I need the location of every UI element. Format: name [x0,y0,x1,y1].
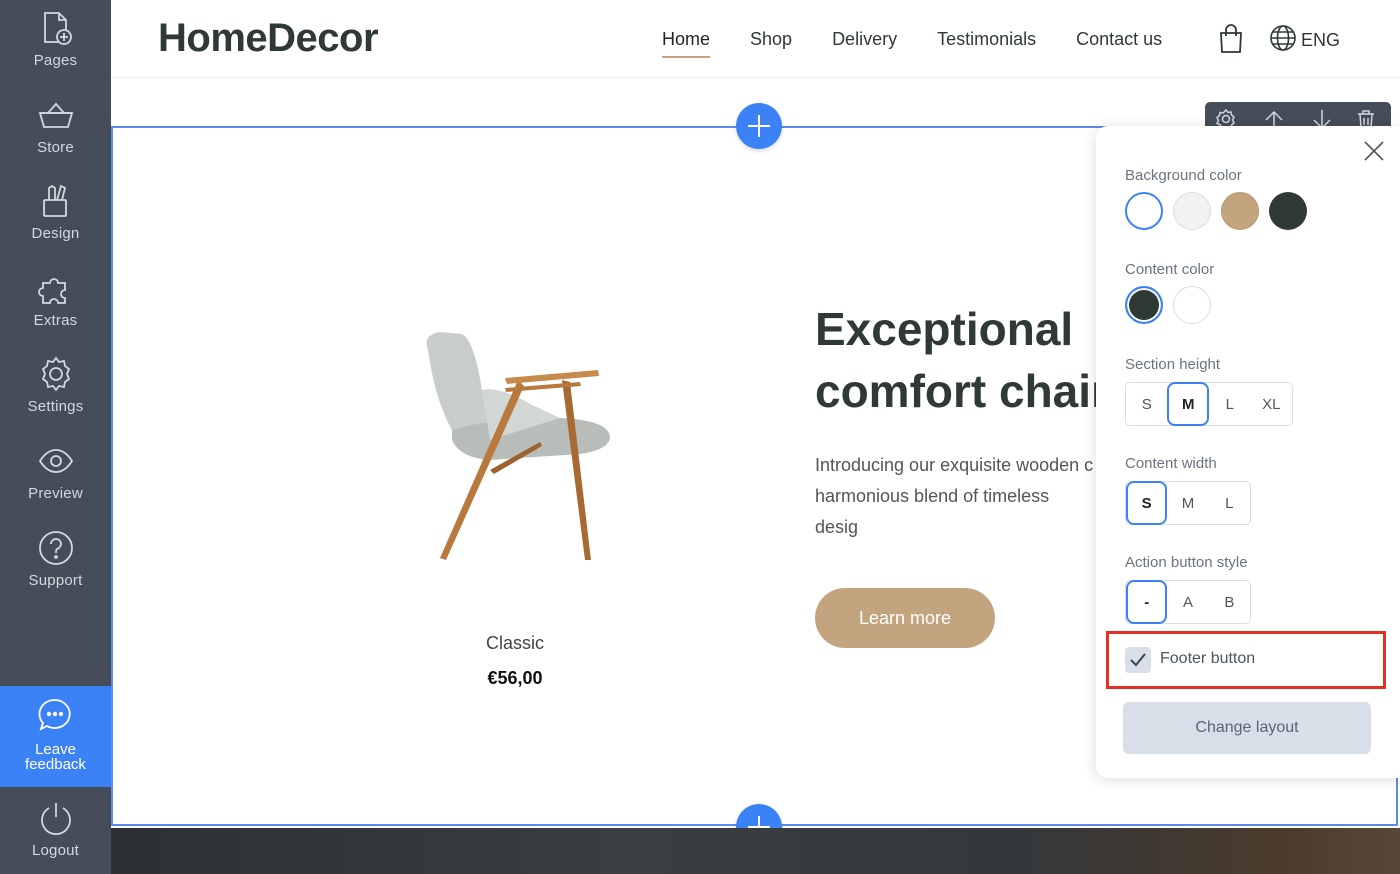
action-option-a[interactable]: A [1167,580,1208,624]
section-height-selector: S M L XL [1125,382,1293,426]
sidebar-item-label: Design [31,225,80,242]
close-icon[interactable] [1363,140,1385,162]
language-label: ENG [1301,30,1341,50]
sidebar-item-logout[interactable]: Logout [0,790,111,874]
product-price: €56,00 [487,668,543,688]
sidebar-item-label: Store [37,139,74,156]
nav-testimonials[interactable]: Testimonials [937,29,1036,58]
nav-shop[interactable]: Shop [750,29,792,58]
sidebar-item-label: Support [28,572,83,589]
action-option-b[interactable]: B [1209,580,1250,624]
nav-delivery[interactable]: Delivery [832,29,897,58]
language-selector[interactable]: ENG [1269,24,1340,57]
change-layout-button[interactable]: Change layout [1123,702,1371,754]
pages-add-icon [36,8,76,48]
puzzle-icon [36,268,76,308]
nav-home[interactable]: Home [662,29,711,58]
content-swatch-white[interactable] [1173,286,1211,324]
sidebar-item-pages[interactable]: Pages [0,0,111,86]
action-option-none[interactable]: - [1126,580,1168,624]
content-width-label: Content width [1125,455,1217,472]
question-icon [36,528,76,568]
section-settings-panel: Background color Content color Section h… [1096,126,1400,778]
sidebar-item-label: Settings [27,398,84,415]
section-height-label: Section height [1125,356,1221,373]
product-image-chair [410,320,630,570]
background-color-label: Background color [1125,167,1242,184]
content-width-selector: S M L [1125,481,1251,525]
bg-swatch-light-gray[interactable] [1173,192,1211,230]
basket-icon [36,95,76,135]
learn-more-button[interactable]: Learn more [815,588,995,648]
next-section-preview [111,828,1400,874]
height-option-xl[interactable]: XL [1251,382,1292,426]
sidebar-item-label: Extras [33,312,78,329]
sidebar-item-store[interactable]: Store [0,87,111,173]
bg-swatch-white[interactable] [1125,192,1163,230]
footer-button-checkbox[interactable] [1125,647,1151,673]
content-color-label: Content color [1125,261,1215,278]
sidebar-item-label: Preview [28,485,83,502]
site-logo[interactable]: HomeDecor [158,16,379,61]
section-heading[interactable]: Exceptional comfort chair [815,298,1105,422]
sidebar-item-label: Pages [33,52,78,69]
site-header: HomeDecor Home Shop Delivery Testimonial… [111,0,1400,78]
product-name: Classic [485,633,544,653]
action-button-style-selector: - A B [1125,580,1251,624]
sidebar-item-preview[interactable]: Preview [0,433,111,519]
leave-feedback-button[interactable]: Leave feedback [0,686,111,787]
bg-swatch-dark-green[interactable] [1269,192,1307,230]
add-section-above-button[interactable] [736,103,782,149]
gear-icon [36,354,76,394]
sidebar-item-support[interactable]: Support [0,520,111,606]
section-description[interactable]: Introducing our exquisite wooden c harmo… [815,450,1096,546]
width-option-m[interactable]: M [1167,481,1208,525]
height-option-l[interactable]: L [1209,382,1250,426]
shopping-bag-icon[interactable] [1218,24,1244,54]
heading-line-1: Exceptional [815,303,1074,355]
feedback-label: Leave feedback [25,741,86,773]
main-nav: Home Shop Delivery Testimonials Contact … [662,29,1202,58]
power-icon [36,798,76,838]
content-swatch-dark[interactable] [1125,286,1163,324]
height-option-s[interactable]: S [1126,382,1167,426]
footer-button-label[interactable]: Footer button [1160,650,1255,668]
height-option-m[interactable]: M [1167,382,1210,426]
nav-contact-us[interactable]: Contact us [1076,29,1162,58]
bg-swatch-tan[interactable] [1221,192,1259,230]
action-button-style-label: Action button style [1125,554,1248,571]
width-option-l[interactable]: L [1209,481,1250,525]
eye-icon [36,441,76,481]
heading-line-2: comfort chair [815,365,1105,417]
sidebar-item-design[interactable]: Design [0,173,111,259]
design-tools-icon [36,181,76,221]
plus-icon [748,115,770,137]
globe-icon [1269,24,1297,57]
sidebar-item-settings[interactable]: Settings [0,346,111,432]
left-sidebar: Pages Store Design Extras Settings Previ… [0,0,111,874]
checkmark-icon [1130,653,1146,667]
sidebar-item-label: Logout [31,842,80,859]
width-option-s[interactable]: S [1126,481,1168,525]
chat-bubble-icon [36,696,76,736]
sidebar-item-extras[interactable]: Extras [0,260,111,346]
